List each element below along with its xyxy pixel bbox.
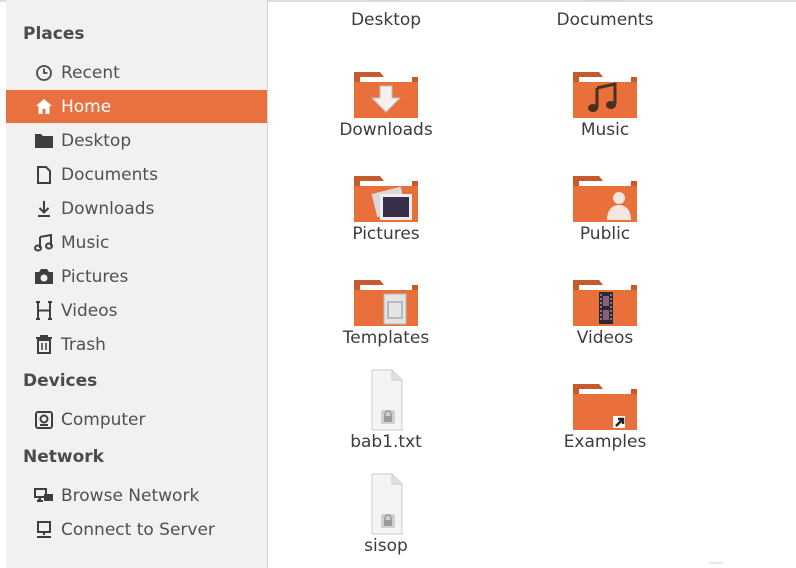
file-label: Downloads: [339, 120, 433, 140]
sidebar-item-label: Browse Network: [61, 485, 200, 506]
sidebar-item-computer[interactable]: Computer: [6, 403, 267, 436]
locked-text-file-icon: [371, 473, 403, 535]
file-item-examples[interactable]: Examples: [530, 378, 680, 452]
file-label: bab1.txt: [350, 432, 422, 452]
file-item-downloads[interactable]: Downloads: [311, 66, 461, 140]
file-item-documents[interactable]: Documents: [530, 0, 680, 30]
sidebar-item-videos[interactable]: Videos: [6, 294, 267, 327]
camera-icon: [33, 267, 55, 287]
sidebar-item-desktop[interactable]: Desktop: [6, 124, 267, 157]
file-item-bab1-txt[interactable]: bab1.txt: [311, 368, 461, 452]
desktop-folder-icon: [33, 131, 55, 151]
file-label: sisop: [364, 536, 408, 556]
sidebar-item-label: Desktop: [61, 130, 132, 151]
sidebar: Places Recent Home Desktop Documents Dow…: [6, 0, 268, 568]
trash-icon: [33, 335, 55, 355]
sidebar-item-label: Trash: [61, 334, 106, 355]
film-icon: [33, 301, 55, 321]
sidebar-item-music[interactable]: Music: [6, 226, 267, 259]
computer-drive-icon: [33, 410, 55, 430]
downloads-folder-icon: [354, 72, 418, 118]
file-item-templates[interactable]: Templates: [311, 274, 461, 348]
download-arrow-icon: [33, 199, 55, 219]
file-item-music[interactable]: Music: [530, 66, 680, 140]
examples-link-folder-icon: [573, 384, 637, 430]
file-label: Public: [579, 224, 631, 244]
public-folder-icon: [573, 176, 637, 222]
file-label: Documents: [556, 10, 654, 30]
sidebar-item-recent[interactable]: Recent: [6, 56, 267, 89]
file-label: Examples: [563, 432, 647, 452]
server-icon: [33, 520, 55, 540]
templates-folder-icon: [354, 280, 418, 326]
sidebar-item-label: Videos: [61, 300, 118, 321]
file-label: Pictures: [352, 224, 420, 244]
sidebar-item-label: Home: [61, 96, 112, 117]
file-item-sisop[interactable]: sisop: [311, 472, 461, 556]
videos-folder-icon: [573, 280, 637, 326]
places-heading: Places: [23, 24, 85, 44]
sidebar-item-pictures[interactable]: Pictures: [6, 260, 267, 293]
network-icon: [33, 486, 55, 506]
clock-icon: [33, 63, 55, 83]
document-icon: [33, 165, 55, 185]
sidebar-item-trash[interactable]: Trash: [6, 328, 267, 361]
sidebar-item-label: Computer: [61, 409, 146, 430]
file-label: Templates: [342, 328, 430, 348]
sidebar-item-browse-network[interactable]: Browse Network: [6, 479, 267, 512]
desktop-folder-icon: [368, 0, 402, 1]
network-heading: Network: [23, 447, 104, 467]
sidebar-item-label: Music: [61, 232, 110, 253]
file-item-public[interactable]: Public: [530, 170, 680, 244]
sidebar-item-downloads[interactable]: Downloads: [6, 192, 267, 225]
devices-heading: Devices: [23, 371, 98, 391]
documents-folder-icon: [587, 0, 621, 1]
home-icon: [33, 97, 55, 117]
file-label: Music: [580, 120, 630, 140]
file-item-pictures[interactable]: Pictures: [311, 170, 461, 244]
sidebar-item-label: Downloads: [61, 198, 155, 219]
scrollbar-hint: [709, 562, 723, 564]
sidebar-item-label: Pictures: [61, 266, 129, 287]
file-label: Videos: [576, 328, 634, 348]
music-folder-icon: [573, 72, 637, 118]
sidebar-item-connect-to-server[interactable]: Connect to Server: [6, 513, 267, 546]
sidebar-item-label: Connect to Server: [61, 519, 215, 540]
sidebar-item-label: Recent: [61, 62, 120, 83]
file-item-desktop[interactable]: Desktop: [311, 0, 461, 30]
file-view: Desktop Documents Downloads Music Pictur…: [268, 0, 796, 568]
file-item-videos[interactable]: Videos: [530, 274, 680, 348]
sidebar-item-label: Documents: [61, 164, 158, 185]
pictures-folder-icon: [354, 176, 418, 222]
music-note-icon: [33, 233, 55, 253]
locked-text-file-icon: [371, 369, 403, 431]
sidebar-item-home[interactable]: Home: [6, 90, 267, 123]
sidebar-item-documents[interactable]: Documents: [6, 158, 267, 191]
file-label: Desktop: [350, 10, 422, 30]
